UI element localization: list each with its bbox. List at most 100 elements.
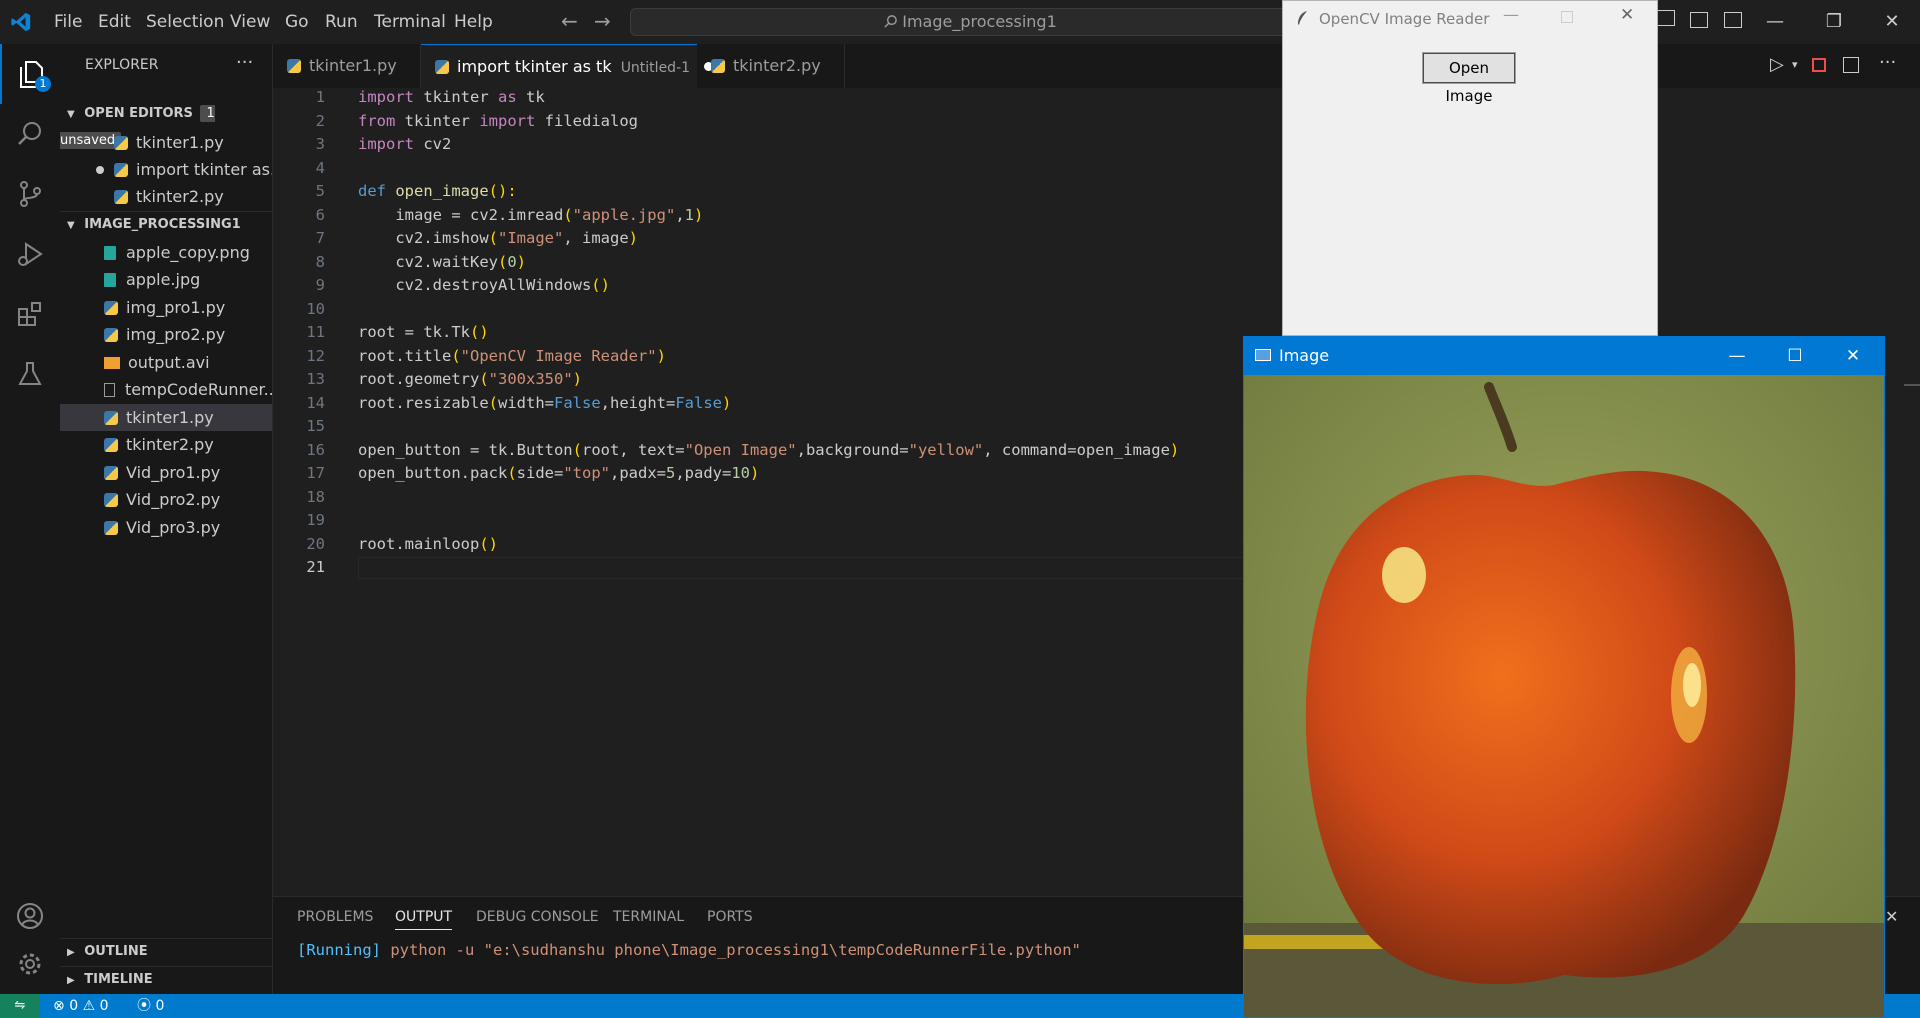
minimize-button[interactable]: —	[1747, 0, 1803, 44]
maximize-button[interactable]: ☐	[1766, 337, 1824, 375]
search-activity[interactable]	[0, 104, 60, 164]
chevron-down-icon: ▼	[67, 220, 75, 231]
run-python-icon[interactable]: ▷	[1770, 54, 1784, 75]
back-arrow-icon[interactable]: ←	[561, 9, 578, 33]
menu-help[interactable]: Help	[454, 0, 493, 44]
open-editor-item[interactable]: tkinter2.py	[60, 183, 272, 210]
command-center-label: Image_processing1	[902, 12, 1057, 31]
vscode-logo-icon	[11, 12, 31, 32]
tab-problems[interactable]: PROBLEMS	[297, 909, 373, 925]
python-file-icon	[104, 328, 118, 342]
tab-tkinter2[interactable]: tkinter2.py	[697, 44, 845, 88]
customize-layout-icon[interactable]	[1724, 12, 1742, 28]
close-button[interactable]: ✕	[1864, 0, 1920, 44]
code-line: from tkinter import filedialog	[358, 112, 638, 130]
open-editors-section[interactable]: ▼ OPEN EDITORS 1 unsaved	[60, 101, 272, 149]
window-title: Image	[1279, 346, 1330, 365]
run-debug-icon	[18, 242, 43, 266]
maximize-button[interactable]	[1561, 11, 1573, 23]
explorer-badge: 1	[35, 76, 51, 92]
file-item[interactable]: img_pro1.py	[60, 294, 272, 321]
chevron-down-icon: ▼	[67, 109, 75, 120]
line-number: 10	[306, 299, 325, 318]
line-number: 21	[306, 558, 325, 576]
command-center-search[interactable]: Image_processing1	[630, 8, 1310, 36]
python-file-icon	[114, 163, 128, 177]
source-control-activity[interactable]	[0, 164, 60, 224]
menu-edit[interactable]: Edit	[98, 0, 131, 44]
split-editor-icon[interactable]	[1843, 57, 1859, 73]
file-item[interactable]: Vid_pro3.py	[60, 514, 272, 541]
problems-status[interactable]: ⊗ 0 ⚠ 0	[53, 994, 109, 1018]
chevron-down-icon[interactable]: ▾	[1792, 58, 1798, 71]
forward-arrow-icon[interactable]: →	[594, 9, 611, 33]
more-actions-icon[interactable]: ···	[236, 52, 253, 73]
remote-icon[interactable]: ⇋	[0, 994, 40, 1018]
open-editor-item[interactable]: import tkinter as...	[60, 156, 272, 183]
open-image-button[interactable]: Open Image	[1422, 52, 1516, 105]
menu-file[interactable]: File	[54, 0, 82, 44]
python-file-icon	[104, 466, 118, 480]
window-title: OpenCV Image Reader	[1319, 10, 1490, 28]
toggle-secondary-sidebar-icon[interactable]	[1690, 12, 1708, 28]
code-line: import tkinter as tk	[358, 88, 545, 106]
line-number: 5	[315, 182, 325, 200]
python-file-icon	[711, 59, 725, 73]
outline-section[interactable]: ▶ OUTLINE	[60, 938, 272, 965]
tab-untitled[interactable]: import tkinter as tk Untitled-1	[421, 44, 714, 88]
broadcast-icon: ⦿	[137, 998, 151, 1014]
stop-icon[interactable]	[1812, 58, 1826, 72]
minimize-button[interactable]: —	[1708, 337, 1766, 375]
explorer-activity[interactable]: 1	[0, 44, 60, 104]
code-line: root.geometry("300x350")	[358, 370, 583, 388]
editor-tabs: tkinter1.py import tkinter as tk Untitle…	[273, 44, 1920, 89]
tab-tkinter1[interactable]: tkinter1.py	[273, 44, 421, 88]
file-item[interactable]: Vid_pro2.py	[60, 486, 272, 513]
line-number: 17	[306, 464, 325, 482]
menu-selection[interactable]: Selection	[146, 0, 224, 44]
minimize-button[interactable]: —	[1503, 5, 1519, 24]
line-number: 4	[315, 158, 325, 177]
run-debug-activity[interactable]	[0, 224, 60, 284]
file-item[interactable]: img_pro2.py	[60, 321, 272, 348]
tab-terminal[interactable]: TERMINAL	[613, 909, 684, 925]
menu-go[interactable]: Go	[285, 0, 309, 44]
file-item[interactable]: output.avi	[60, 349, 272, 376]
more-actions-icon[interactable]: ···	[1879, 52, 1896, 73]
folder-section[interactable]: ▼ IMAGE_PROCESSING1	[60, 211, 272, 238]
file-item[interactable]: apple.jpg	[60, 266, 272, 293]
manage-activity[interactable]	[0, 934, 60, 994]
open-editor-item[interactable]: tkinter1.py	[60, 129, 272, 156]
explorer-sidebar: EXPLORER ··· ▼ OPEN EDITORS 1 unsaved tk…	[60, 44, 273, 994]
tab-debug-console[interactable]: DEBUG CONSOLE	[476, 909, 599, 925]
close-panel-icon[interactable]: ✕	[1885, 907, 1898, 926]
tab-output[interactable]: OUTPUT	[395, 909, 453, 930]
restore-button[interactable]: ❐	[1806, 0, 1862, 44]
current-line-highlight	[358, 557, 1358, 579]
code-line: image = cv2.imread("apple.jpg",1)	[358, 206, 704, 224]
file-item[interactable]: tempCodeRunner...	[60, 376, 272, 403]
file-item[interactable]: Vid_pro1.py	[60, 459, 272, 486]
menu-run[interactable]: Run	[325, 0, 358, 44]
file-item-selected[interactable]: tkinter1.py	[60, 404, 272, 431]
error-icon: ⊗	[53, 998, 65, 1014]
code-line: import cv2	[358, 135, 452, 153]
close-button[interactable]: ✕	[1824, 337, 1882, 375]
file-item[interactable]: apple_copy.png	[60, 239, 272, 266]
menu-terminal[interactable]: Terminal	[374, 0, 446, 44]
scrollbar-marker	[1904, 384, 1920, 386]
timeline-section[interactable]: ▶ TIMELINE	[60, 966, 272, 993]
extensions-activity[interactable]	[0, 284, 60, 344]
tab-ports[interactable]: PORTS	[707, 909, 753, 925]
menu-view[interactable]: View	[230, 0, 270, 44]
code-line: root.resizable(width=False,height=False)	[358, 394, 732, 412]
close-button[interactable]: ✕	[1620, 5, 1634, 25]
open-editors-label: OPEN EDITORS	[84, 106, 193, 121]
toggle-panel-icon[interactable]	[1657, 10, 1675, 26]
file-item[interactable]: tkinter2.py	[60, 431, 272, 458]
ports-status[interactable]: ⦿ 0	[137, 994, 164, 1018]
testing-activity[interactable]	[0, 344, 60, 404]
python-file-icon	[104, 493, 118, 507]
text-file-icon	[104, 383, 115, 397]
line-number: 16	[306, 440, 325, 459]
